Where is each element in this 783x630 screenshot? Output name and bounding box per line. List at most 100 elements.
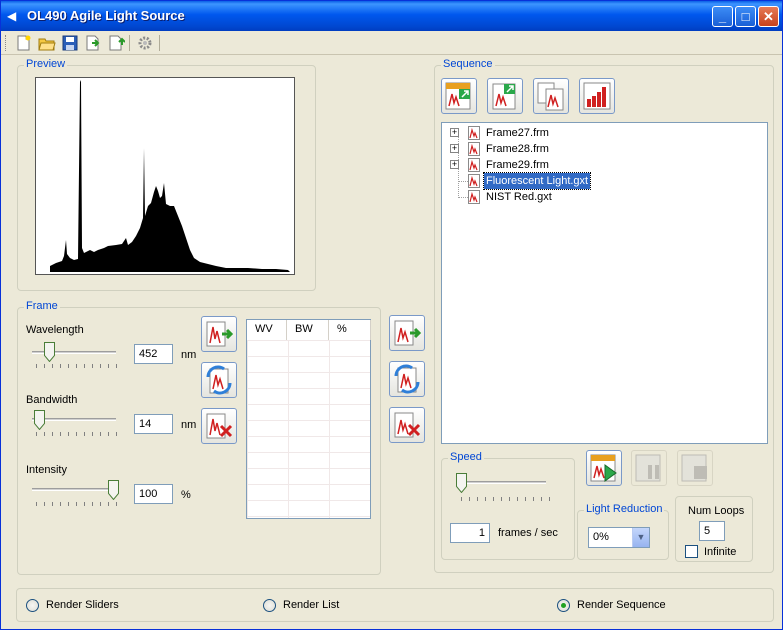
render-mode-group: Render Sliders Render List Render Sequen…: [16, 588, 774, 622]
frame-label: Frame: [24, 300, 60, 312]
spectrum-preview: [35, 77, 295, 275]
spectrum-file-icon: [468, 158, 480, 172]
infinite-label: Infinite: [704, 546, 737, 558]
delete-spectrum-icon: [206, 413, 233, 439]
spectrum-file-icon: [468, 174, 480, 188]
close-button[interactable]: ✕: [758, 6, 779, 27]
preview-group: Preview: [17, 58, 316, 291]
play-sequence-button[interactable]: [586, 450, 622, 486]
chevron-down-icon[interactable]: ▼: [632, 528, 649, 547]
minimize-button[interactable]: _: [712, 6, 733, 27]
wavelength-label: Wavelength: [26, 324, 84, 336]
intensity-slider-ticks: [36, 502, 118, 506]
infinite-checkbox[interactable]: [685, 545, 698, 558]
maximize-button[interactable]: □: [735, 6, 756, 27]
render-list-label[interactable]: Render List: [283, 599, 339, 611]
speed-group: Speed frames / sec: [441, 451, 575, 560]
num-loops-label: Num Loops: [688, 505, 745, 517]
speed-slider-track[interactable]: [456, 481, 546, 484]
speed-slider-ticks: [461, 497, 551, 501]
tree-item[interactable]: + Frame29.frm: [442, 157, 762, 173]
spectrum-curve: [50, 80, 290, 272]
export-sequence-button[interactable]: [487, 78, 523, 114]
toolbar-separator: [129, 35, 130, 51]
num-loops-input[interactable]: [699, 521, 725, 541]
add-to-sequence-button[interactable]: [389, 315, 425, 351]
expand-icon[interactable]: +: [450, 160, 459, 169]
render-sliders-radio[interactable]: [26, 599, 39, 612]
bandwidth-slider-ticks: [36, 432, 118, 436]
speed-slider-thumb[interactable]: [456, 473, 467, 493]
open-folder-icon[interactable]: [38, 34, 56, 52]
table-header-wv[interactable]: WV: [247, 320, 287, 340]
stop-sequence-button[interactable]: [677, 450, 713, 486]
render-sliders-label[interactable]: Render Sliders: [46, 599, 119, 611]
table-header-bw[interactable]: BW: [287, 320, 329, 340]
toolbar-grip[interactable]: [5, 35, 8, 51]
add-spectrum-icon: [206, 321, 234, 347]
bandwidth-slider-thumb[interactable]: [34, 410, 45, 430]
light-reduction-group: Light Reduction 0% ▼: [577, 503, 669, 560]
table-body[interactable]: [247, 340, 370, 518]
add-frame-button[interactable]: [201, 316, 237, 352]
import-icon[interactable]: [107, 34, 125, 52]
expand-icon[interactable]: +: [450, 128, 459, 137]
delete-frame-button[interactable]: [201, 408, 237, 444]
wavelength-slider-thumb[interactable]: [44, 342, 55, 362]
app-icon: ◀: [7, 9, 17, 23]
preview-label: Preview: [24, 58, 68, 70]
pause-sequence-button[interactable]: [631, 450, 667, 486]
remove-from-sequence-icon: [394, 412, 421, 438]
bar-chart-icon: [583, 82, 611, 110]
intensity-label: Intensity: [26, 464, 67, 476]
tree-item-label[interactable]: NIST Red.gxt: [484, 189, 554, 205]
intensity-input[interactable]: [134, 484, 173, 504]
title-bar[interactable]: ◀ OL490 Agile Light Source _ □ ✕: [1, 1, 782, 31]
save-icon[interactable]: [61, 34, 79, 52]
speed-input[interactable]: [450, 523, 490, 543]
update-frame-button[interactable]: [201, 362, 237, 398]
main-window: ◀ OL490 Agile Light Source _ □ ✕ Preview…: [0, 0, 783, 630]
window-title: OL490 Agile Light Source: [27, 8, 185, 23]
tree-item-label[interactable]: Frame28.frm: [484, 141, 551, 157]
update-sequence-button[interactable]: [389, 361, 425, 397]
sequence-group: Sequence + Frame27.frm + Frame28.frm + F…: [434, 58, 774, 573]
settings-gear-icon[interactable]: [136, 34, 154, 52]
refresh-spectrum-icon: [206, 365, 232, 395]
sequence-tree[interactable]: + Frame27.frm + Frame28.frm + Frame29.frm Fluo…: [441, 122, 768, 444]
new-file-icon[interactable]: [15, 34, 33, 52]
sequence-chart-button[interactable]: [579, 78, 615, 114]
intensity-slider-track[interactable]: [32, 488, 116, 491]
wavelength-slider-ticks: [36, 364, 118, 368]
frame-table[interactable]: WV BW %: [246, 319, 371, 519]
copy-sequence-button[interactable]: [533, 78, 569, 114]
tree-item-label[interactable]: Fluorescent Light.gxt: [482, 172, 592, 190]
export-icon[interactable]: [84, 34, 102, 52]
render-sequence-radio[interactable]: [557, 599, 570, 612]
tree-item[interactable]: + Frame28.frm: [442, 141, 762, 157]
intensity-slider-thumb[interactable]: [108, 480, 119, 500]
tree-branch-line: [458, 197, 468, 198]
toolbar: [1, 31, 782, 55]
wavelength-input[interactable]: [134, 344, 173, 364]
frame-group: Frame Wavelength nm Bandwidth nm Intensi…: [17, 300, 381, 575]
bandwidth-input[interactable]: [134, 414, 173, 434]
table-header-percent[interactable]: %: [329, 320, 371, 340]
light-reduction-select[interactable]: 0% ▼: [588, 527, 650, 548]
open-sequence-button[interactable]: [441, 78, 477, 114]
tree-item-label[interactable]: Frame27.frm: [484, 125, 551, 141]
speed-unit: frames / sec: [498, 527, 558, 539]
stop-icon: [681, 454, 707, 482]
speed-label: Speed: [448, 451, 484, 463]
spectrum-file-icon: [468, 190, 480, 204]
tree-item[interactable]: Fluorescent Light.gxt: [442, 172, 762, 190]
play-icon: [590, 454, 617, 482]
tree-item[interactable]: NIST Red.gxt: [442, 189, 762, 205]
render-sequence-label[interactable]: Render Sequence: [577, 599, 666, 611]
expand-icon[interactable]: +: [450, 144, 459, 153]
render-list-radio[interactable]: [263, 599, 276, 612]
remove-from-sequence-button[interactable]: [389, 407, 425, 443]
tree-item[interactable]: + Frame27.frm: [442, 125, 762, 141]
num-loops-group: Num Loops Infinite: [675, 496, 753, 562]
tree-item-label[interactable]: Frame29.frm: [484, 157, 551, 173]
